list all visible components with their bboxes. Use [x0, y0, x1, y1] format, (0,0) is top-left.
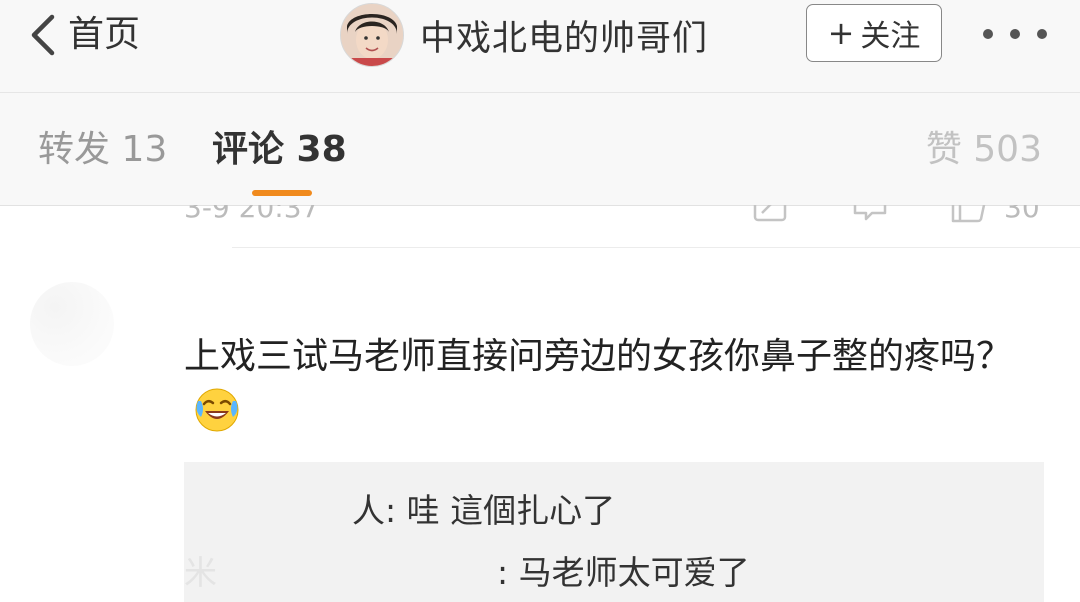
comment-text: 上戏三试马老师直接问旁边的女孩你鼻子整的疼吗？: [184, 336, 1013, 377]
avatar[interactable]: [340, 3, 404, 67]
plus-icon: +: [827, 14, 855, 52]
active-tab-indicator: [252, 190, 312, 196]
more-dot: [1010, 29, 1020, 39]
like-icon[interactable]: [950, 205, 986, 223]
comment-avatar[interactable]: [30, 282, 114, 366]
more-dot: [983, 29, 993, 39]
reply-list[interactable]: 人: 哇 這個扎心了 米 : 马老师太可爱了: [184, 462, 1044, 602]
comment-tabs: 转发 13 评论 38 赞 503: [0, 93, 1080, 206]
back-label: 首页: [68, 14, 141, 55]
reply-text: : 马老师太可爱了: [497, 553, 750, 592]
reply-username[interactable]: 米: [184, 553, 217, 592]
page-title: 中戏北电的帅哥们: [420, 18, 709, 59]
comment-body: 上戏三试马老师直接问旁边的女孩你鼻子整的疼吗？: [184, 328, 1034, 442]
reply-username[interactable]: 人: [352, 491, 385, 530]
post-timestamp: 3-9 20:37: [184, 205, 320, 224]
follow-button[interactable]: + 关注: [806, 4, 942, 62]
avatar-image: [341, 4, 403, 66]
tab-likes[interactable]: 赞 503: [926, 127, 1042, 173]
comment-icon[interactable]: [852, 205, 888, 223]
post-footer: 3-9 20:37 30: [0, 205, 1080, 247]
repost-icon[interactable]: [752, 205, 788, 223]
reply-item[interactable]: 米 : 马老师太可爱了: [184, 546, 750, 594]
more-dot: [1037, 29, 1047, 39]
follow-label: 关注: [860, 19, 921, 54]
weibo-comments-page: 首页 中戏北电的帅哥们 + 关注 转发 13 评论 38 赞 503 3-9 2…: [0, 0, 1080, 602]
back-button[interactable]: 首页: [26, 12, 140, 58]
chevron-left-icon: [31, 14, 55, 56]
more-options-icon[interactable]: [983, 26, 1047, 42]
top-navigation-bar: 首页 中戏北电的帅哥们 + 关注: [0, 0, 1080, 93]
divider: [232, 247, 1080, 248]
page-header: 中戏北电的帅哥们: [340, 3, 709, 67]
reply-item[interactable]: 人: 哇 這個扎心了: [184, 484, 615, 532]
reply-text: : 哇 這個扎心了: [385, 491, 616, 530]
post-like-count: 30: [1004, 205, 1040, 224]
tab-repost[interactable]: 转发 13: [38, 127, 167, 173]
laughing-crying-emoji-icon: [195, 388, 239, 432]
tab-comment[interactable]: 评论 38: [212, 127, 347, 173]
